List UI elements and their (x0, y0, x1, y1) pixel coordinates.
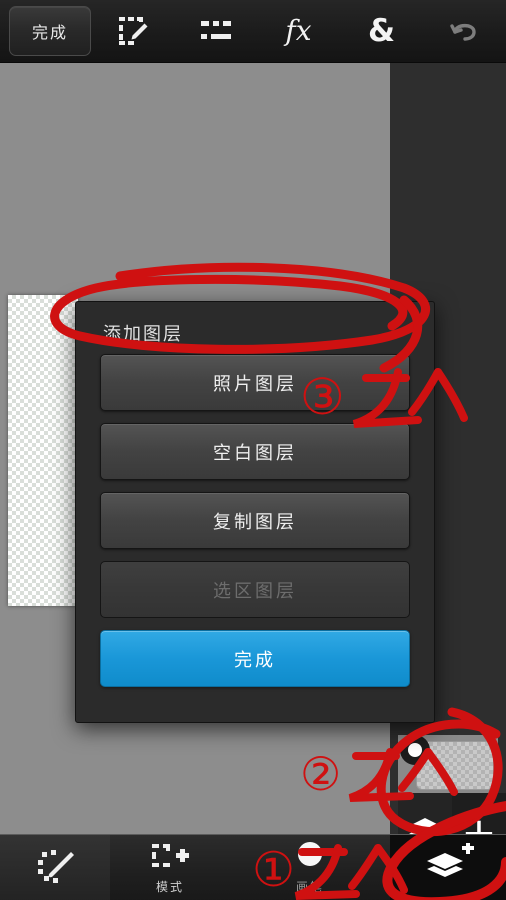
app-root: 完成 fx & 添加图层 照片图层 空白图层 复制图层 选区图层 完成 + 模式… (0, 0, 506, 900)
dialog-option-selection-layer: 选区图层 (100, 561, 410, 618)
layers-icon (405, 814, 445, 834)
effects-fx-icon: fx (285, 14, 312, 47)
topbar-tool-undo[interactable] (423, 0, 506, 62)
top-toolbar: 完成 fx & (0, 0, 506, 63)
topbar-tool-adjustments[interactable] (174, 0, 257, 62)
brush-tool-icon (292, 841, 328, 875)
dialog-option-duplicate-layer-label: 复制图层 (213, 511, 297, 533)
selection-edit-icon (116, 14, 150, 48)
bottom-item-brush-tool-label: 画笔 (295, 880, 324, 894)
bottom-toolbar: 模式 画笔 (0, 834, 506, 900)
brush-select-icon (33, 846, 77, 890)
adjustments-icon (199, 16, 233, 46)
marquee-add-icon (150, 841, 190, 875)
visibility-dot-icon (408, 743, 422, 757)
bottom-item-mode[interactable]: 模式 (110, 835, 230, 900)
bottom-item-brush-tool[interactable]: 画笔 (230, 835, 390, 900)
dialog-option-duplicate-layer[interactable]: 复制图层 (100, 492, 410, 549)
add-layer-dialog: 添加图层 照片图层 空白图层 复制图层 选区图层 完成 (75, 301, 435, 723)
canvas-workspace[interactable]: 添加图层 照片图层 空白图层 复制图层 选区图层 完成 + (0, 62, 506, 834)
layer-panel-layers-button[interactable] (398, 793, 452, 834)
topbar-tool-selection-edit[interactable] (91, 0, 174, 62)
dialog-option-blank-layer-label: 空白图层 (213, 442, 297, 464)
layer-panel: + (398, 735, 506, 834)
layer-visibility-toggle[interactable] (400, 735, 430, 765)
canvas-transparent-layer[interactable] (8, 295, 78, 606)
dialog-done-button[interactable]: 完成 (100, 630, 410, 687)
dialog-option-blank-layer[interactable]: 空白图层 (100, 423, 410, 480)
dialog-option-photo-layer[interactable]: 照片图层 (100, 354, 410, 411)
dialog-title: 添加图层 (103, 324, 183, 345)
plus-icon: + (461, 808, 497, 835)
topbar-tool-effects[interactable]: fx (257, 0, 340, 62)
bottom-item-add-layer[interactable] (390, 835, 506, 900)
layer-panel-add-button[interactable]: + (452, 793, 506, 834)
layer-panel-actions: + (398, 793, 506, 834)
layer-thumbnail-wrap[interactable] (398, 735, 498, 793)
bottom-item-mode-label: 模式 (155, 880, 184, 894)
topbar-done-label: 完成 (31, 23, 68, 42)
bottom-item-brush-select[interactable] (0, 835, 110, 900)
dialog-done-label: 完成 (234, 649, 276, 671)
topbar-tool-blend[interactable]: & (340, 0, 423, 62)
undo-icon (448, 16, 482, 46)
dialog-option-selection-layer-label: 选区图层 (213, 580, 297, 602)
add-layer-icon (421, 842, 475, 893)
blend-ampersand-icon: & (367, 12, 396, 49)
dialog-button-list: 照片图层 空白图层 复制图层 选区图层 完成 (100, 354, 410, 699)
topbar-done-button[interactable]: 完成 (9, 6, 91, 56)
dialog-option-photo-layer-label: 照片图层 (213, 373, 297, 395)
